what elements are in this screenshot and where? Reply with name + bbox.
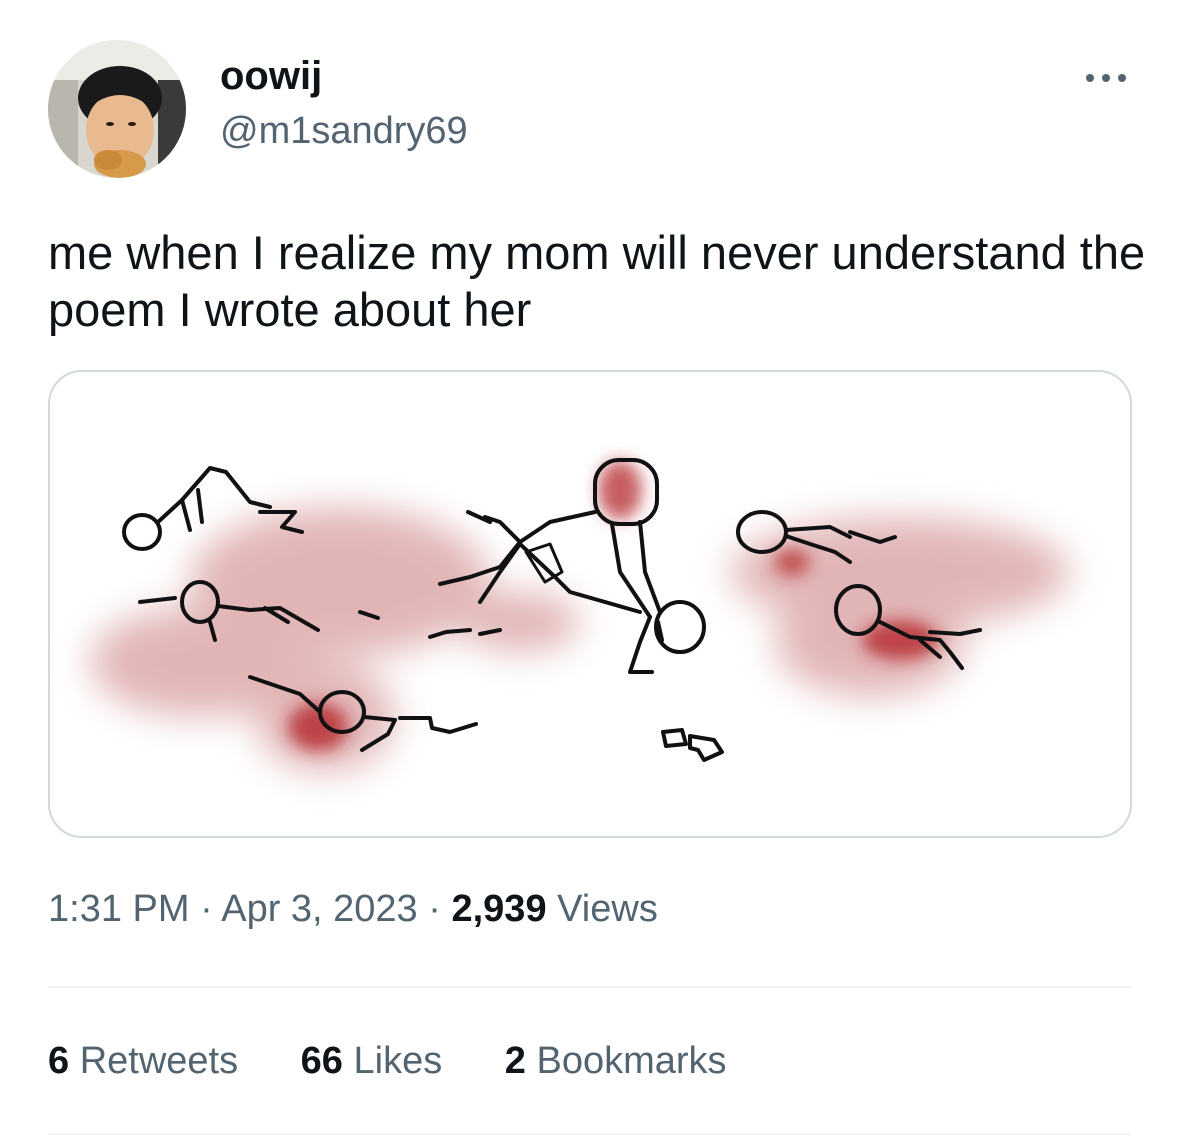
likes-label: Likes [353,1040,443,1082]
tweet-text: me when I realize my mom will never unde… [48,226,1146,336]
more-options-button[interactable] [1080,58,1132,98]
display-name[interactable]: oowij [220,54,322,99]
divider [48,1133,1131,1135]
stick-figure-drawing-image [90,458,1070,772]
avatar-image [48,40,186,178]
bookmarks-stat[interactable]: 2 Bookmarks [505,1040,727,1083]
bookmarks-count: 2 [504,1040,526,1082]
bookmarks-label: Bookmarks [536,1040,727,1082]
tweet-media[interactable] [48,370,1132,838]
more-horizontal-icon [1086,74,1126,82]
tweet-date[interactable]: Apr 3, 2023 [221,888,417,930]
retweets-label: Retweets [79,1040,239,1082]
likes-stat[interactable]: 66 Likes [301,1040,443,1083]
divider [48,986,1131,988]
views-count: 2,939 [451,888,547,930]
separator-dot: · [428,888,441,930]
tweet-metadata: 1:31 PM · Apr 3, 2023 · 2,939 Views [48,888,658,931]
user-handle[interactable]: @m1sandry69 [220,110,468,153]
views-label: Views [557,888,658,930]
separator-dot: · [200,888,213,930]
likes-count: 66 [300,1040,343,1082]
engagement-stats: 6 Retweets 66 Likes 2 Bookmarks [48,1040,779,1083]
retweets-stat[interactable]: 6 Retweets [48,1040,238,1083]
tweet-time[interactable]: 1:31 PM [48,888,190,930]
avatar[interactable] [48,40,186,178]
retweets-count: 6 [48,1040,70,1082]
